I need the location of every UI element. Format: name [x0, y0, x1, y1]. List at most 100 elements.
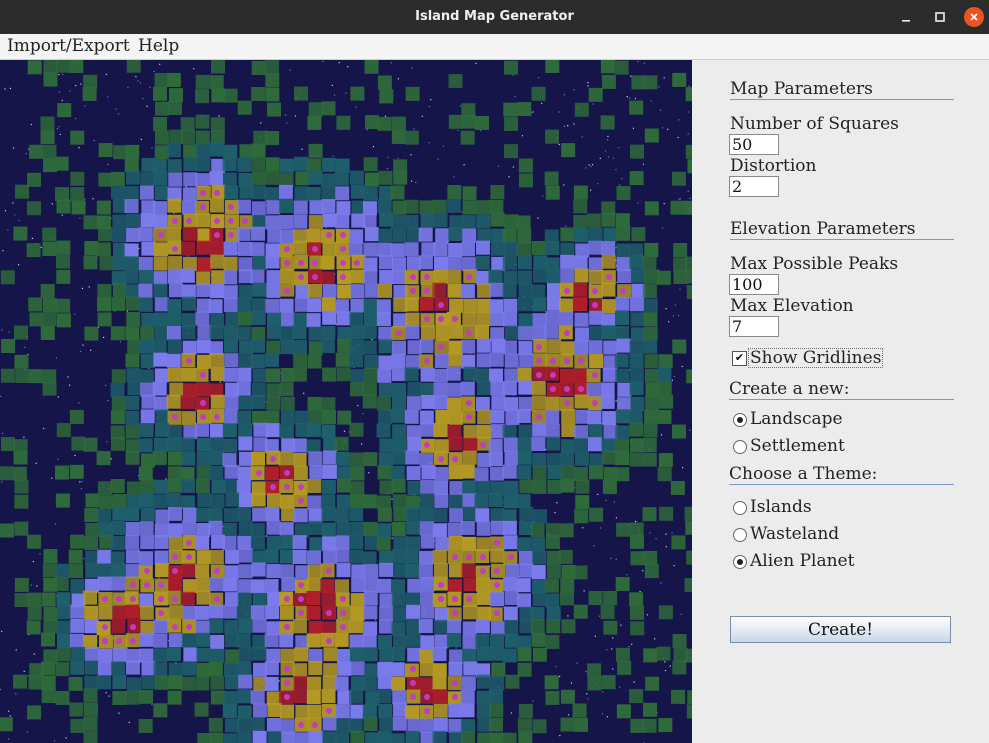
crystal-marker [466, 596, 472, 602]
maximize-button[interactable] [930, 7, 950, 27]
map-tile [195, 605, 210, 620]
crystal-marker [550, 386, 556, 392]
map-tile [182, 633, 197, 648]
map-tile [69, 60, 84, 74]
map-tile [42, 312, 57, 327]
map-tile [252, 368, 267, 383]
map-tile [224, 592, 239, 607]
distortion-input[interactable] [729, 176, 779, 197]
map-tile [195, 564, 210, 579]
menu-help[interactable]: Help [138, 36, 179, 56]
map-tile [461, 354, 476, 369]
star [654, 638, 656, 640]
star [128, 721, 130, 723]
max-possible-peaks-input[interactable] [729, 274, 779, 295]
alien-planet-radio[interactable] [733, 555, 747, 569]
map-tile [364, 535, 379, 550]
settlement-radio[interactable] [733, 440, 747, 454]
map-tile [308, 451, 323, 466]
map-tile [82, 590, 97, 605]
landscape-label[interactable]: Landscape [750, 409, 843, 429]
alien-planet-label[interactable]: Alien Planet [750, 551, 854, 571]
show-gridlines-checkbox[interactable]: ✔ [732, 351, 747, 366]
map-tile [460, 130, 475, 145]
map-tile [54, 465, 69, 480]
map-tile [559, 298, 574, 313]
map-tile [365, 691, 380, 706]
map-tile [152, 201, 167, 216]
star [587, 82, 589, 84]
map-tile [448, 436, 463, 451]
star [601, 713, 604, 715]
wasteland-label[interactable]: Wasteland [750, 524, 839, 544]
map-tile [390, 214, 405, 229]
star [53, 740, 56, 742]
crystal-marker [186, 358, 192, 364]
map-tile [281, 577, 296, 592]
islands-label[interactable]: Islands [750, 497, 812, 517]
close-button[interactable] [964, 7, 984, 27]
map-tile [237, 367, 252, 382]
map-tile [265, 157, 280, 172]
map-tile [518, 313, 533, 328]
map-tile [434, 493, 449, 508]
star [607, 139, 609, 141]
landscape-radio[interactable] [733, 413, 747, 427]
map-tile [236, 719, 251, 734]
show-gridlines-label[interactable]: Show Gridlines [748, 348, 884, 368]
map-tile [531, 86, 546, 101]
map-tile [377, 730, 392, 743]
max-elevation-input[interactable] [729, 316, 779, 337]
islands-radio[interactable] [733, 501, 747, 515]
map-tile [349, 549, 364, 564]
star [689, 197, 691, 199]
map-tile [322, 450, 337, 465]
map-tile [335, 548, 350, 563]
map-tile [196, 550, 211, 565]
map-tile [602, 411, 617, 426]
map-tile [139, 369, 154, 384]
map-tile [391, 478, 406, 493]
map-canvas[interactable] [0, 60, 692, 743]
map-tile [267, 228, 282, 243]
star [371, 339, 373, 341]
map-tile [125, 690, 140, 705]
star [593, 545, 595, 547]
map-tile [84, 536, 99, 551]
map-tile [223, 338, 238, 353]
map-tile [195, 144, 210, 159]
map-tile [645, 382, 660, 397]
map-tile [307, 158, 322, 173]
map-tile [111, 520, 126, 535]
number-of-squares-input[interactable] [729, 134, 779, 155]
map-tile [560, 368, 575, 383]
settlement-label[interactable]: Settlement [750, 436, 845, 456]
wasteland-radio[interactable] [733, 528, 747, 542]
map-tile [463, 661, 478, 676]
map-tile [433, 619, 448, 634]
map-tile [294, 523, 309, 538]
map-tile [546, 296, 561, 311]
minimize-button[interactable] [896, 7, 916, 27]
map-tile [85, 578, 100, 593]
create-button[interactable]: Create! [730, 616, 951, 643]
crystal-marker [410, 666, 416, 672]
map-tile [43, 649, 58, 664]
map-tile [448, 535, 463, 550]
map-tile [280, 367, 295, 382]
map-tile [460, 284, 475, 299]
map-tile [644, 564, 659, 579]
map-tile [463, 577, 478, 592]
map-tile [265, 215, 280, 230]
map-tile [127, 494, 142, 509]
map-tile [349, 689, 364, 704]
map-tile [335, 352, 350, 367]
map-tile [362, 214, 377, 229]
crystal-marker [312, 260, 318, 266]
star [428, 142, 430, 144]
star [512, 166, 514, 168]
map-tile [477, 410, 492, 425]
map-tile [41, 675, 56, 690]
map-tile [196, 382, 211, 397]
menu-import-export[interactable]: Import/Export [7, 36, 130, 56]
